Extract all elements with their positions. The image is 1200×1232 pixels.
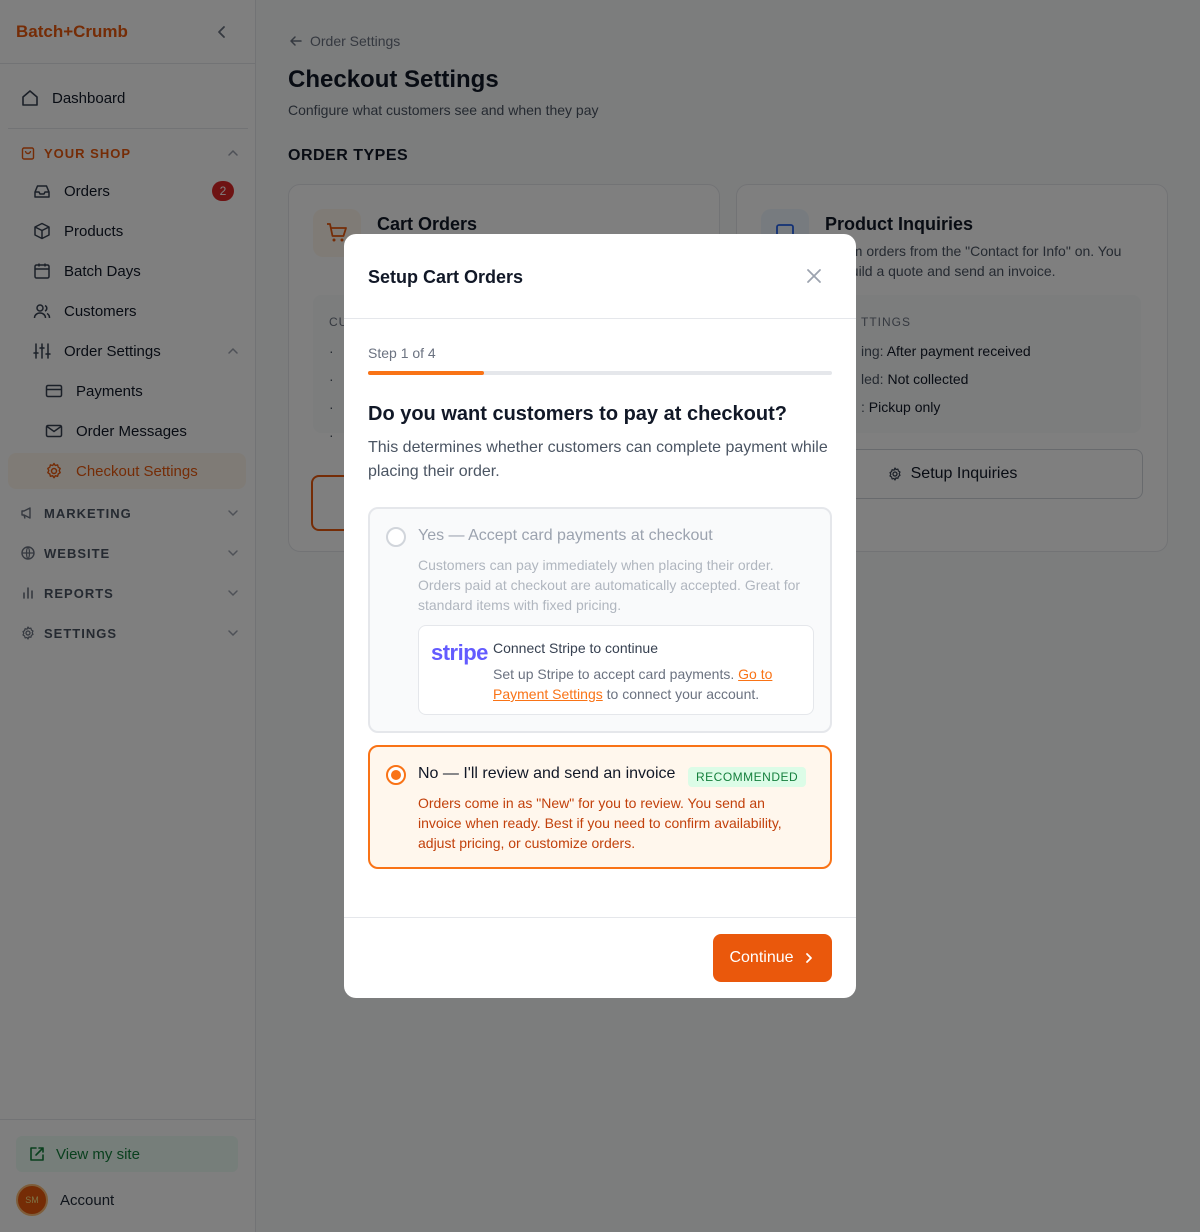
- question-description: This determines whether customers can co…: [368, 439, 828, 480]
- option-description: Orders come in as "New" for you to revie…: [418, 795, 782, 851]
- progress-fill: [368, 371, 484, 375]
- stripe-description: Set up Stripe to accept card payments. G…: [493, 664, 803, 704]
- option-title: No — I'll review and send an invoice: [418, 765, 676, 782]
- recommended-badge: RECOMMENDED: [688, 767, 807, 787]
- app: Batch+Crumb Dashboard YOUR SHOP Orders 2…: [0, 0, 1200, 1232]
- option-no-card[interactable]: No — I'll review and send an invoice REC…: [368, 745, 832, 869]
- stripe-title: Connect Stripe to continue: [493, 640, 658, 656]
- stripe-connect-notice: stripe Connect Stripe to continue Set up…: [418, 625, 814, 715]
- radio-no[interactable]: [386, 765, 406, 785]
- continue-label: Continue: [729, 949, 794, 966]
- setup-cart-orders-modal: Setup Cart Orders Step 1 of 4 Do you wan…: [344, 234, 856, 998]
- stripe-desc-before: Set up Stripe to accept card payments.: [493, 666, 739, 682]
- continue-button[interactable]: Continue: [713, 934, 832, 982]
- divider: [344, 917, 856, 918]
- option-description: Customers can pay immediately when placi…: [418, 557, 801, 613]
- close-icon[interactable]: [804, 266, 824, 286]
- divider: [344, 318, 856, 319]
- step-indicator: Step 1 of 4: [368, 345, 436, 361]
- option-yes-card[interactable]: Yes — Accept card payments at checkout C…: [368, 507, 832, 733]
- modal-title: Setup Cart Orders: [368, 267, 524, 287]
- stripe-desc-after: to connect your account.: [602, 686, 760, 702]
- option-title: Yes — Accept card payments at checkout: [418, 527, 713, 544]
- radio-yes[interactable]: [386, 527, 406, 547]
- question-heading: Do you want customers to pay at checkout…: [368, 403, 787, 425]
- stripe-logo: stripe: [431, 640, 488, 665]
- chevron-right-icon: [805, 953, 812, 963]
- progress-bar: [368, 371, 832, 375]
